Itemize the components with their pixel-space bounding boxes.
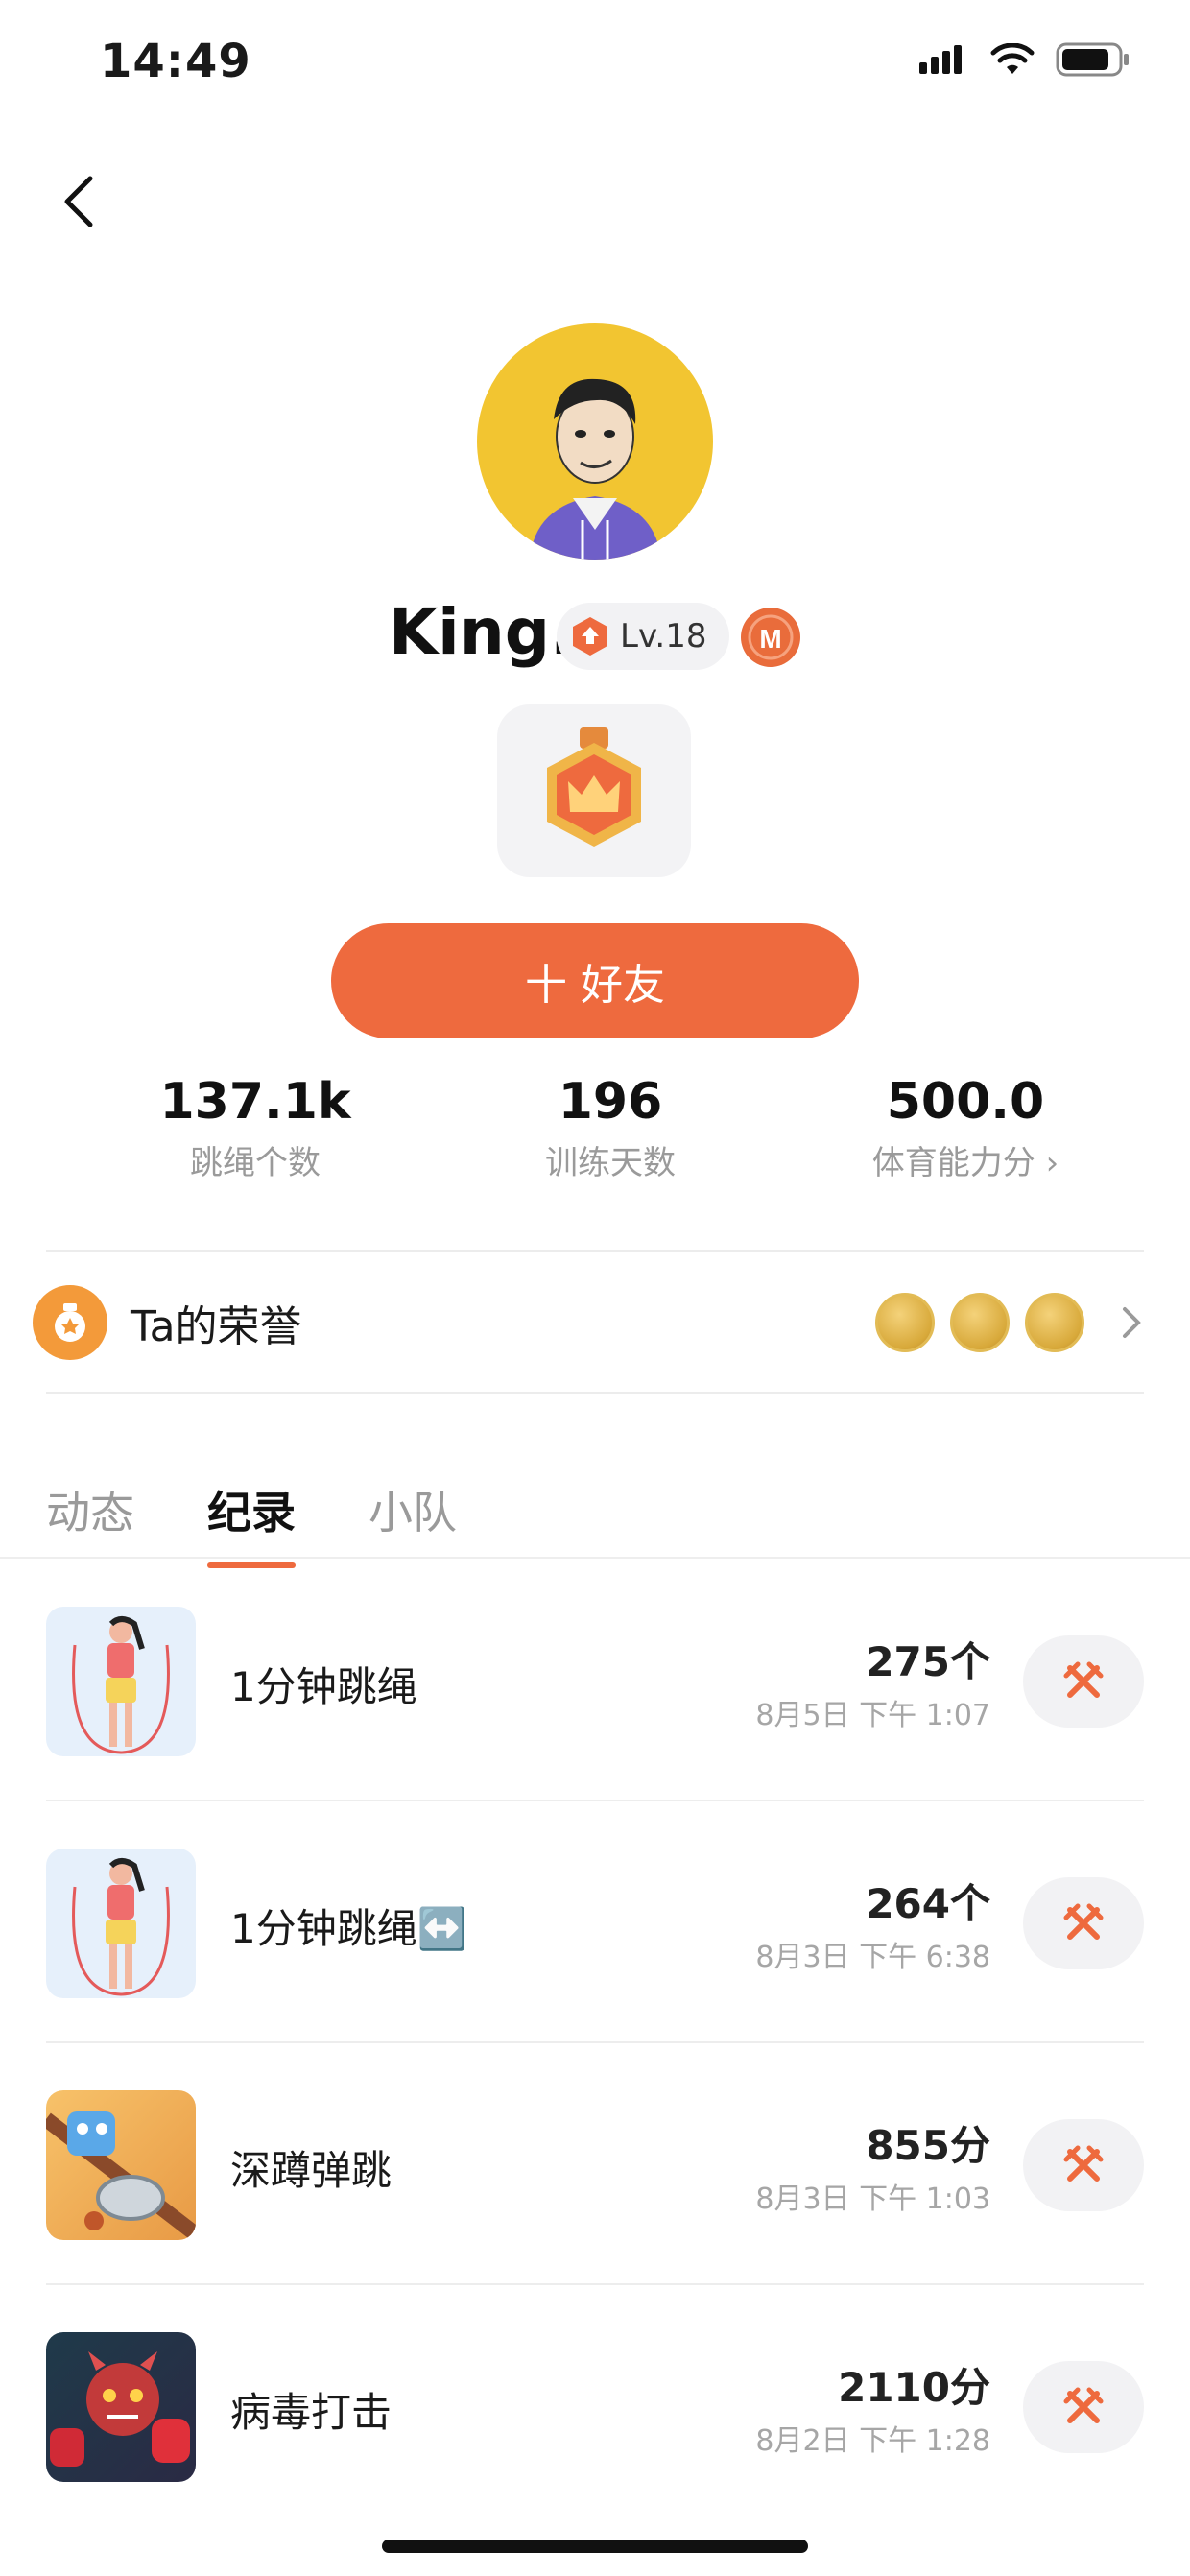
record-item[interactable]: 病毒打击 2110分 8月2日 下午 1:28	[46, 2332, 1144, 2486]
level-badge[interactable]: Lv.18	[557, 603, 729, 670]
crossed-swords-icon	[1063, 2387, 1104, 2423]
record-title: 1分钟跳绳	[230, 1663, 417, 1710]
crossed-swords-icon	[1063, 1661, 1104, 1698]
stat-label: 体育能力分 ›	[871, 1144, 1059, 1182]
tab-records[interactable]: 纪录	[207, 1478, 296, 1568]
stat-sports-score[interactable]: 500.0 体育能力分 ›	[821, 1073, 1109, 1183]
chevron-right-icon	[1123, 1307, 1141, 1338]
battery-icon	[1056, 42, 1129, 77]
record-value: 264个	[866, 1880, 990, 1927]
jump-rope-thumbnail	[46, 1849, 196, 1998]
record-item[interactable]: 1分钟跳绳 275个 8月5日 下午 1:07	[46, 1607, 1144, 1760]
divider	[46, 1250, 1144, 1252]
wifi-icon	[990, 43, 1035, 74]
challenge-button[interactable]	[1023, 2119, 1144, 2211]
member-badge-letter: M	[759, 624, 781, 654]
crossed-swords-icon	[1063, 1903, 1104, 1940]
record-value: 855分	[866, 2122, 990, 2169]
challenge-button[interactable]	[1023, 1635, 1144, 1728]
stat-value: 137.1k	[159, 1073, 351, 1131]
username: King.	[389, 595, 575, 669]
crown-medal-icon	[547, 727, 641, 847]
honor-coin-icon	[950, 1293, 1010, 1352]
signal-icon	[919, 45, 962, 74]
record-title: 病毒打击	[230, 2389, 393, 2436]
stat-jump-count: 137.1k 跳绳个数	[111, 1073, 399, 1183]
member-badge[interactable]: M	[741, 608, 800, 667]
record-item[interactable]: 深蹲弹跳 855分 8月3日 下午 1:03	[46, 2090, 1144, 2244]
record-date: 8月5日 下午 1:07	[755, 1699, 990, 1732]
status-time: 14:49	[100, 35, 251, 88]
level-text: Lv.18	[620, 617, 707, 656]
honor-icon	[33, 1285, 107, 1360]
record-value: 275个	[866, 1638, 990, 1685]
honor-label: Ta的荣誉	[131, 1302, 302, 1351]
honor-coin-icon	[1025, 1293, 1084, 1352]
avatar[interactable]	[477, 323, 713, 560]
honor-row[interactable]: Ta的荣誉	[33, 1284, 1146, 1361]
record-date: 8月3日 下午 1:03	[755, 2182, 990, 2216]
crossed-swords-icon	[1063, 2145, 1104, 2182]
back-button[interactable]	[58, 173, 100, 230]
record-date: 8月2日 下午 1:28	[755, 2424, 990, 2458]
stat-label: 训练天数	[545, 1144, 676, 1182]
challenge-button[interactable]	[1023, 1877, 1144, 1969]
tab-team[interactable]: 小队	[369, 1478, 457, 1541]
featured-medal[interactable]	[497, 704, 691, 877]
record-value: 2110分	[838, 2364, 990, 2411]
tab-feed[interactable]: 动态	[46, 1478, 134, 1541]
home-indicator[interactable]	[382, 2540, 808, 2553]
level-up-icon	[573, 617, 607, 656]
stat-training-days: 196 训练天数	[466, 1073, 754, 1183]
squat-jump-thumbnail	[46, 2090, 196, 2240]
honor-coin-icon	[875, 1293, 935, 1352]
status-icons	[919, 42, 1130, 77]
challenge-button[interactable]	[1023, 2361, 1144, 2453]
divider	[46, 2283, 1144, 2285]
stat-label: 跳绳个数	[190, 1144, 321, 1182]
record-title: 1分钟跳绳↔️	[230, 1905, 468, 1952]
record-date: 8月3日 下午 6:38	[755, 1941, 990, 1974]
add-friend-button[interactable]: 十 好友	[331, 923, 859, 1038]
record-title: 深蹲弹跳	[230, 2147, 393, 2194]
stat-value: 196	[558, 1073, 663, 1131]
stat-value: 500.0	[886, 1073, 1045, 1131]
divider	[46, 2041, 1144, 2043]
divider	[46, 1800, 1144, 1801]
virus-strike-thumbnail	[46, 2332, 196, 2482]
record-item[interactable]: 1分钟跳绳↔️ 264个 8月3日 下午 6:38	[46, 1849, 1144, 2002]
chevron-left-icon	[64, 176, 93, 227]
jump-rope-thumbnail	[46, 1607, 196, 1756]
divider	[46, 1392, 1144, 1394]
tab-divider	[0, 1557, 1190, 1559]
profile-tabs: 动态 纪录 小队	[46, 1478, 457, 1568]
